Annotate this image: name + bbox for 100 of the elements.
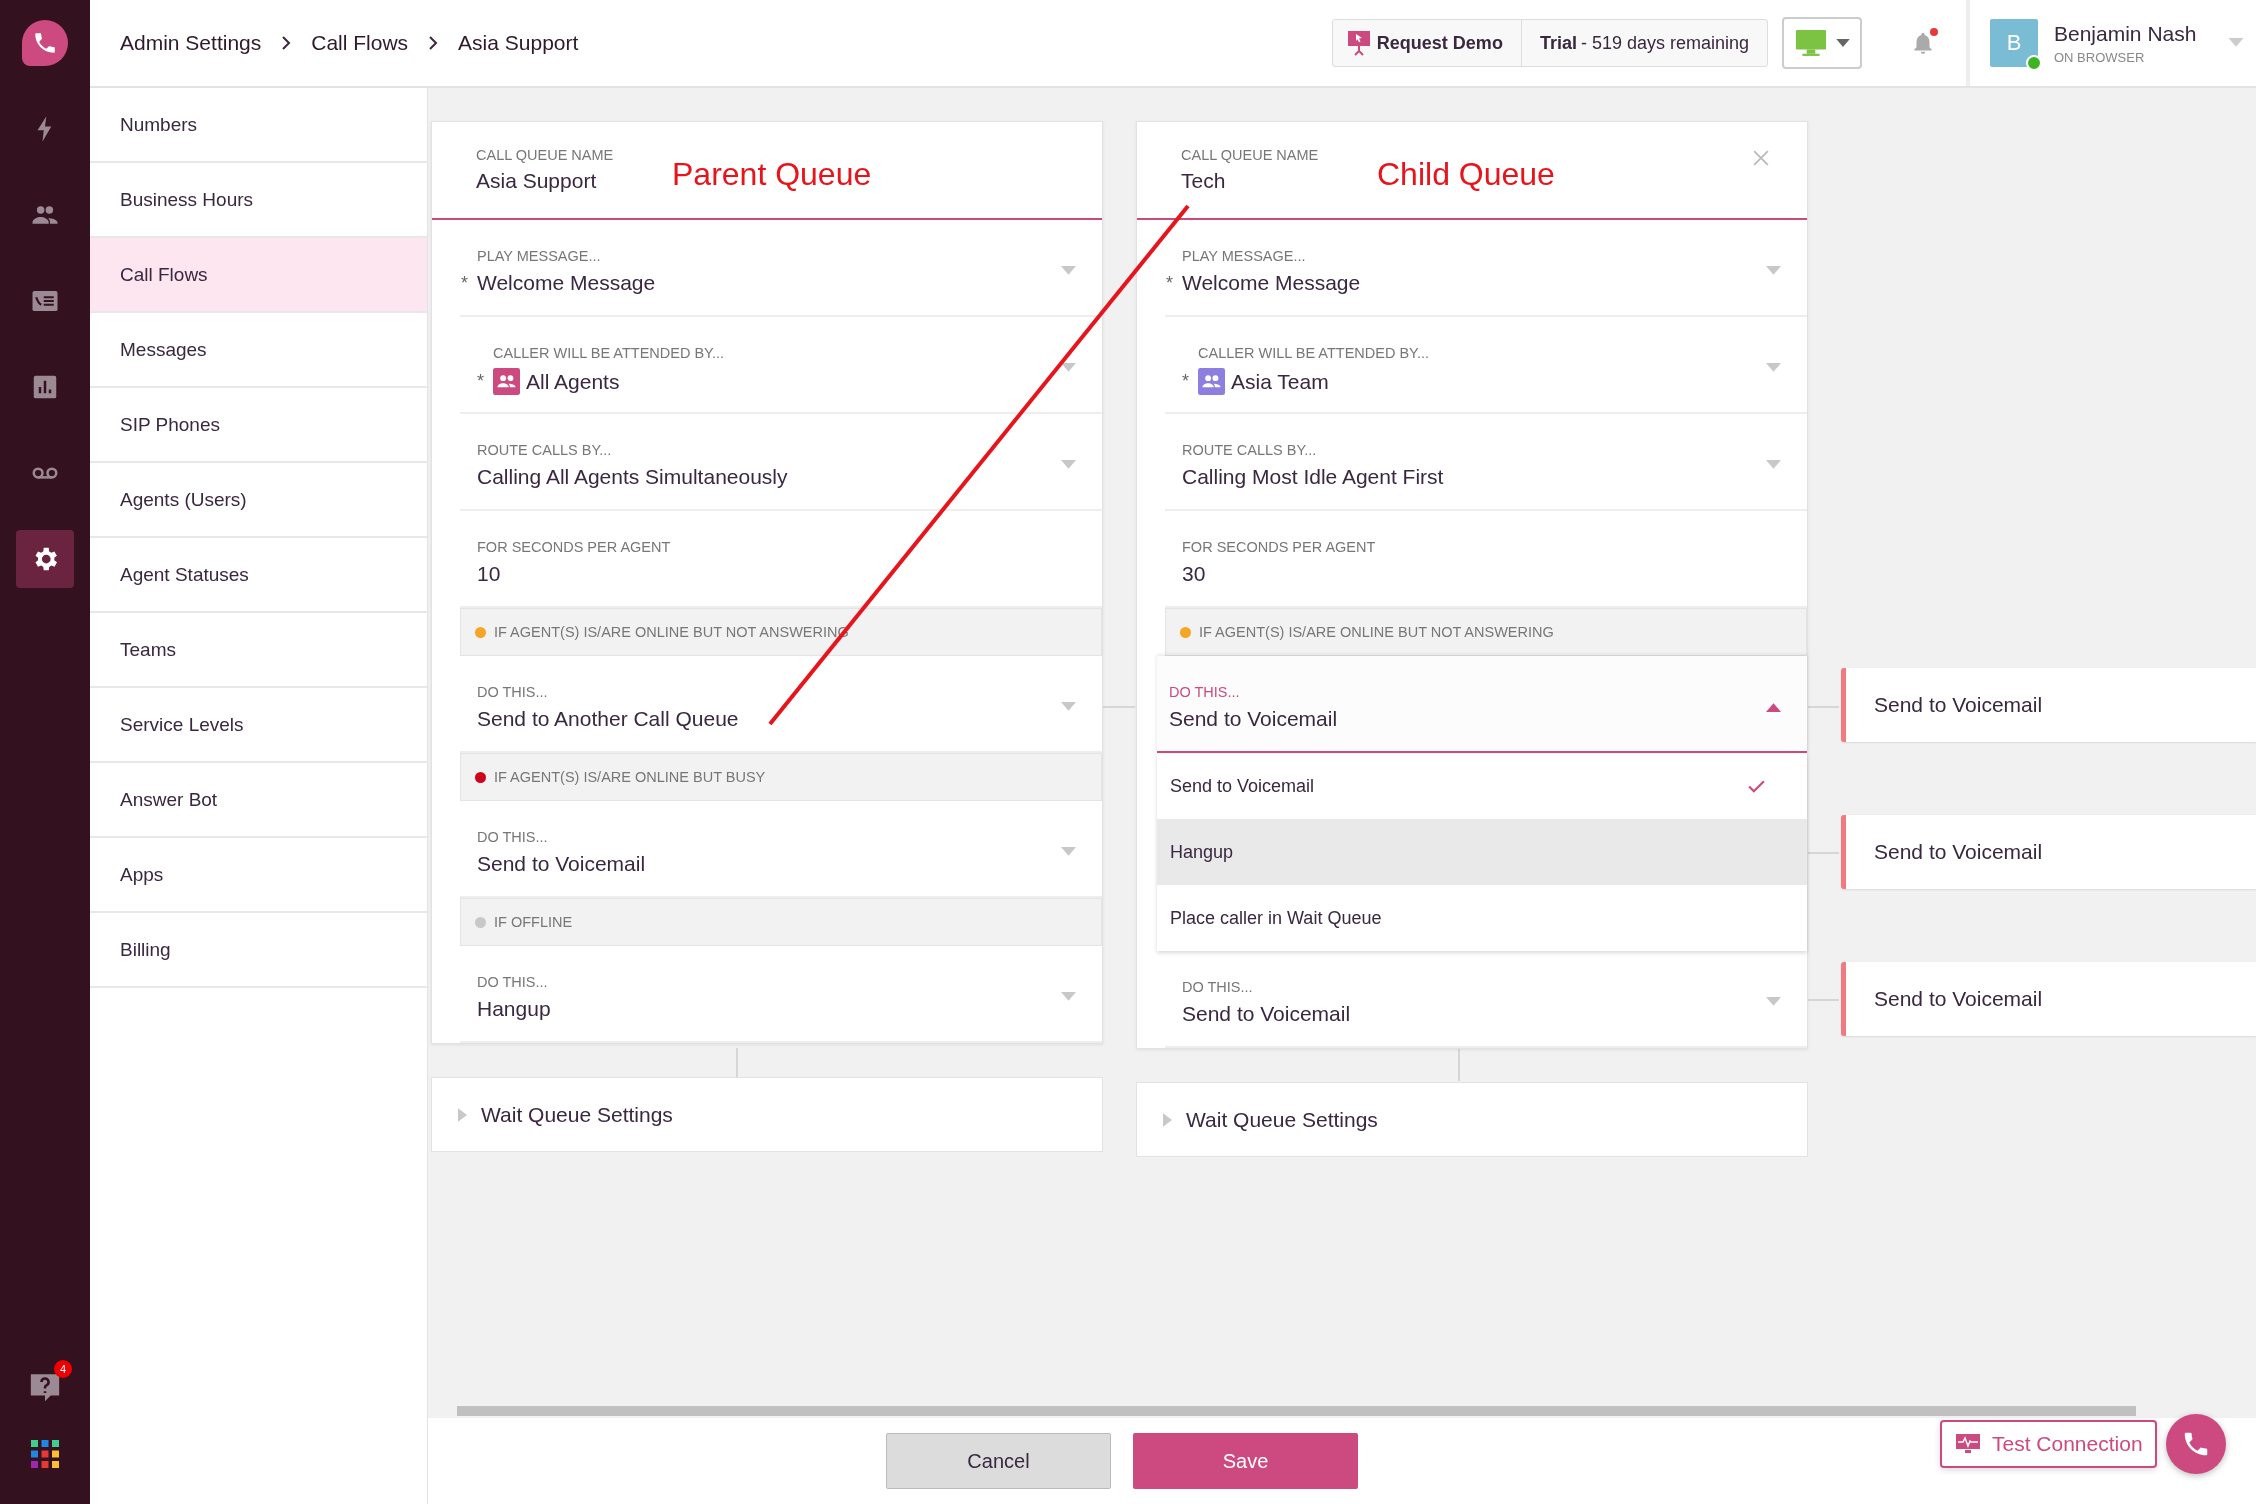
required-mark: * [1166, 272, 1174, 294]
field-label: DO THIS... [1182, 979, 1254, 995]
cancel-button[interactable]: Cancel [886, 1433, 1111, 1489]
test-connection-button[interactable]: Test Connection [1940, 1420, 2157, 1468]
caret-icon [1061, 702, 1076, 712]
trial-status: Trial - 519 days remaining [1538, 31, 1750, 55]
select-field[interactable]: DO THIS... Send to Voicemail [1157, 656, 1807, 753]
sidebar-item[interactable]: Call Flows [90, 238, 427, 313]
sidebar-item[interactable]: Apps [90, 838, 427, 913]
scrollbar[interactable] [457, 1406, 2136, 1416]
caret-icon [1766, 363, 1781, 373]
action-node[interactable]: Send to Voicemail [1841, 668, 2256, 742]
caret-icon [1766, 997, 1781, 1007]
notification-badge: 4 [54, 1360, 72, 1378]
select-field[interactable]: CALLER WILL BE ATTENDED BY... * Asia Team [1165, 317, 1807, 414]
field-label: ROUTE CALLS BY... [477, 442, 613, 458]
selected-value: Send to Voicemail [477, 852, 646, 876]
sidebar-item[interactable]: Numbers [90, 88, 427, 163]
settings-icon[interactable] [16, 530, 74, 588]
user-status: ON BROWSER [2054, 49, 2146, 65]
field-label: DO THIS... [1169, 684, 1241, 700]
selected-value: All Agents [526, 369, 620, 394]
field-label: DO THIS... [477, 974, 549, 990]
select-field[interactable]: DO THIS... Hangup [460, 946, 1102, 1043]
caret-icon [1061, 460, 1076, 470]
team-icon [1198, 368, 1225, 395]
wait-queue-settings[interactable]: Wait Queue Settings [431, 1077, 1103, 1152]
sidebar-item[interactable]: Teams [90, 613, 427, 688]
chevron-right-icon [428, 35, 439, 51]
select-field[interactable]: ROUTE CALLS BY... Calling All Agents Simultaneously [460, 414, 1102, 511]
seconds-field[interactable]: 10 [477, 562, 1102, 586]
required-mark: * [461, 272, 469, 294]
monitor-pulse-icon [1956, 1434, 1980, 1454]
selected-value: Welcome Message [477, 271, 656, 295]
selected-value: Hangup [477, 997, 551, 1021]
selected-value: Send to Voicemail [1169, 707, 1338, 731]
user-name: Benjamin Nash [2054, 21, 2198, 46]
selected-value: Send to Another Call Queue [477, 707, 739, 731]
sidebar-item[interactable]: Agent Statuses [90, 538, 427, 613]
breadcrumb-link[interactable]: Call Flows [311, 31, 409, 55]
sidebar-item[interactable]: Billing [90, 913, 427, 988]
selected-value: Welcome Message [1182, 271, 1361, 295]
dropdown-option[interactable]: Hangup [1157, 819, 1807, 885]
action-node[interactable]: Send to Voicemail [1841, 815, 2256, 889]
request-demo-button[interactable]: Request Demo [1332, 20, 1522, 66]
field-label: CALL QUEUE NAME [476, 147, 615, 163]
selected-value: Calling All Agents Simultaneously [477, 465, 788, 489]
caret-icon [1061, 992, 1076, 1002]
field-label: CALLER WILL BE ATTENDED BY... [493, 345, 725, 361]
required-mark: * [477, 371, 485, 392]
expand-triangle-icon [1163, 1112, 1172, 1127]
sidebar-item[interactable]: SIP Phones [90, 388, 427, 463]
sidebar-item[interactable]: Answer Bot [90, 763, 427, 838]
section-label: IF AGENT(S) IS/ARE ONLINE BUT BUSY [494, 769, 766, 785]
caret-icon [1766, 266, 1781, 276]
breadcrumb-link[interactable]: Asia Support [458, 31, 579, 55]
caret-icon [1836, 38, 1850, 48]
monitor-icon [1794, 29, 1828, 57]
caret-icon [1061, 363, 1076, 373]
save-button[interactable]: Save [1133, 1433, 1358, 1489]
required-mark: * [1182, 371, 1190, 392]
annotation-label: Parent Queue [672, 155, 872, 193]
section-label: IF OFFLINE [494, 914, 573, 930]
sidebar-item[interactable]: Messages [90, 313, 427, 388]
sidebar-item[interactable]: Service Levels [90, 688, 427, 763]
field-label: PLAY MESSAGE... [1182, 248, 1307, 264]
expand-triangle-icon [458, 1107, 467, 1122]
field-label: PLAY MESSAGE... [477, 248, 602, 264]
select-field[interactable]: CALLER WILL BE ATTENDED BY... * All Agents [460, 317, 1102, 414]
section-label: IF AGENT(S) IS/ARE ONLINE BUT NOT ANSWERING [1199, 624, 1554, 640]
field-label: DO THIS... [477, 829, 549, 845]
annotation-label: Child Queue [1377, 155, 1555, 193]
caret-icon [1061, 847, 1076, 857]
caret-icon [1061, 266, 1076, 276]
presentation-icon [1346, 30, 1371, 56]
seconds-field[interactable]: 30 [1182, 562, 1807, 586]
dropdown-option[interactable]: Place caller in Wait Queue [1157, 885, 1807, 951]
field-label: CALL QUEUE NAME [1181, 147, 1320, 163]
select-field[interactable]: DO THIS... Send to Voicemail [1165, 951, 1807, 1048]
field-label: FOR SECONDS PER AGENT [477, 539, 672, 555]
caret-icon [1766, 460, 1781, 470]
select-field[interactable]: PLAY MESSAGE... * Welcome Message [460, 220, 1102, 317]
field-label: ROUTE CALLS BY... [1182, 442, 1318, 458]
select-field[interactable]: PLAY MESSAGE... * Welcome Message [1165, 220, 1807, 317]
field-label: FOR SECONDS PER AGENT [1182, 539, 1377, 555]
field-label: CALLER WILL BE ATTENDED BY... [1198, 345, 1430, 361]
wait-queue-settings[interactable]: Wait Queue Settings [1136, 1082, 1808, 1157]
apps-grid-icon[interactable] [31, 1440, 59, 1468]
breadcrumb-link[interactable]: Admin Settings [120, 31, 262, 55]
action-node[interactable]: Send to Voicemail [1841, 962, 2256, 1036]
field-label: DO THIS... [477, 684, 549, 700]
sidebar-item[interactable]: Agents (Users) [90, 463, 427, 538]
checkmark-icon [1748, 779, 1765, 793]
selected-value: Calling Most Idle Agent First [1182, 465, 1444, 489]
chevron-right-icon [281, 35, 292, 51]
phone-logo-icon[interactable] [22, 20, 68, 66]
select-field[interactable]: ROUTE CALLS BY... Calling Most Idle Agent First [1165, 414, 1807, 511]
dropdown-option[interactable]: Send to Voicemail [1157, 753, 1807, 819]
selected-value: Send to Voicemail [1182, 1002, 1351, 1026]
selected-value: Asia Team [1231, 369, 1329, 394]
